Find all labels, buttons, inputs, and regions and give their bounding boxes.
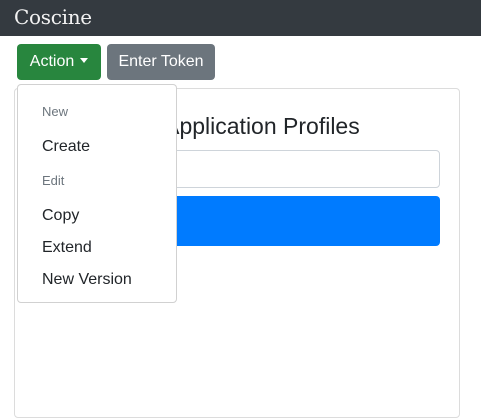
dropdown-header-new: New (42, 104, 69, 119)
page-title-text: Application Profiles (164, 113, 360, 139)
menu-item-new-version[interactable]: New Version (42, 270, 132, 290)
menu-item-copy[interactable]: Copy (42, 206, 79, 226)
menu-item-create[interactable]: Create (42, 137, 90, 157)
top-navbar: Coscine (0, 0, 481, 36)
action-dropdown-menu: New Create Edit Copy Extend New Version (17, 84, 177, 303)
brand-logo[interactable]: Coscine (14, 4, 92, 30)
enter-token-label: Enter Token (118, 53, 204, 70)
action-dropdown-button[interactable]: Action (17, 44, 101, 80)
menu-item-extend[interactable]: Extend (42, 238, 92, 258)
dropdown-header-edit: Edit (42, 173, 65, 188)
caret-down-icon (80, 58, 89, 63)
action-button-label: Action (29, 53, 75, 70)
enter-token-button[interactable]: Enter Token (107, 44, 215, 80)
